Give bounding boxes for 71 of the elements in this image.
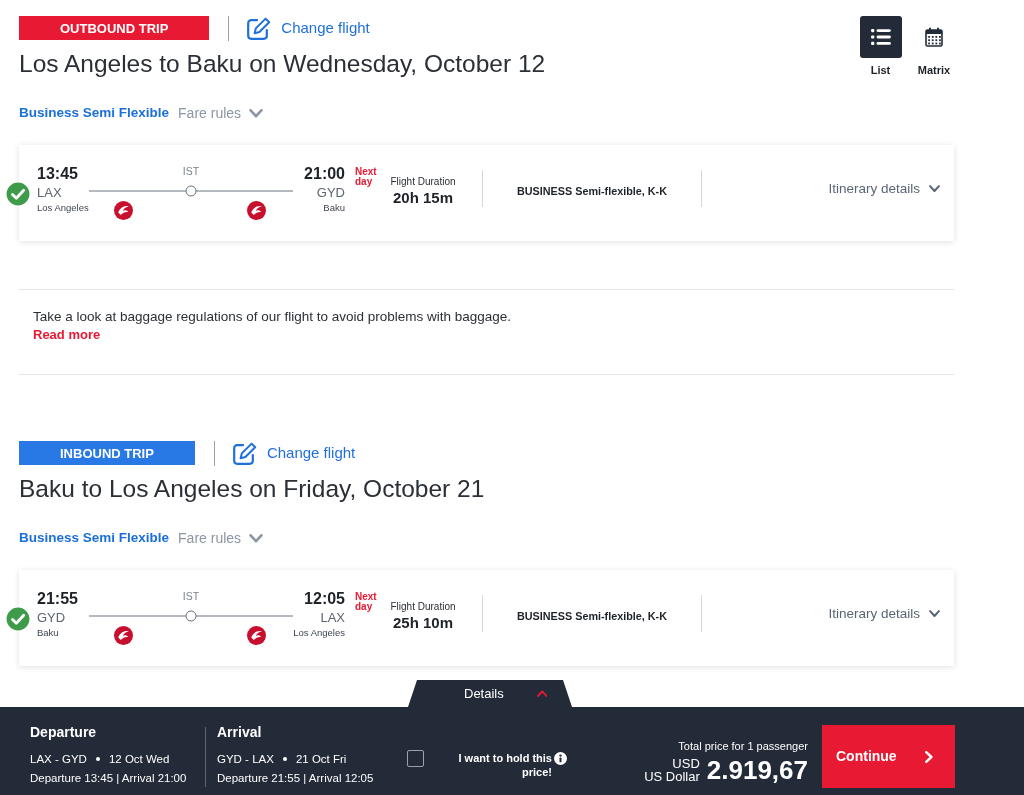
- next-day-note: Next day: [355, 167, 378, 187]
- departure-city: Baku: [37, 627, 59, 639]
- logo-icon: [114, 201, 133, 220]
- departure-airport-code: LAX: [37, 185, 62, 201]
- leg-heading: Arrival: [217, 723, 263, 741]
- stopover-code: IST: [182, 164, 200, 178]
- leg-date: 21 Oct Fri: [295, 752, 347, 767]
- leg-route: GYD - LAX: [217, 752, 274, 767]
- baggage-notice-text: Take a look at baggage regulations of our flight to avoid problems with baggage.: [33, 308, 512, 326]
- departure-airport-code: GYD: [37, 610, 66, 626]
- flight-duration: 20h 15m: [392, 189, 453, 207]
- chevron-down-icon: [929, 185, 940, 193]
- logo-icon: [247, 626, 266, 645]
- chevron-down-icon: [249, 108, 264, 118]
- stopover-marker-icon: [185, 185, 197, 197]
- arrival-city: Los Angeles: [293, 627, 345, 639]
- fare-class: Business Semi Flexible: [19, 103, 170, 122]
- cabin-class: BUSINESS Semi-flexible, K-K: [517, 184, 668, 198]
- leg-date: 12 Oct Wed: [108, 752, 170, 767]
- duration-label: Flight Duration: [390, 600, 456, 614]
- total-price-label: Total price for 1 passenger: [678, 739, 808, 753]
- next-day-note: Next day: [355, 592, 378, 612]
- logo-icon: [247, 201, 266, 220]
- arrival-time: 12:05: [304, 590, 345, 608]
- fare-rules-button[interactable]: Fare rules: [178, 527, 264, 549]
- view-toggle-button[interactable]: List: [854, 16, 907, 77]
- arrival-city: Baku: [323, 202, 345, 214]
- total-price: 2.919,67: [706, 755, 808, 785]
- trip-title: Los Angeles to Baku on Wednesday, October 12: [19, 49, 546, 79]
- hold-checkbox[interactable]: [407, 750, 424, 767]
- continue-button[interactable]: Continue: [822, 725, 955, 788]
- itinerary-details-button[interactable]: Itinerary details: [828, 180, 940, 198]
- details-tab[interactable]: Details: [408, 680, 572, 707]
- change-flight-link[interactable]: Change flight: [231, 441, 356, 465]
- hold-price-label: I want to hold this price!: [457, 751, 552, 779]
- info-icon: [554, 752, 567, 765]
- chevron-down-icon: [249, 533, 264, 543]
- fare-rules-button[interactable]: Fare rules: [178, 102, 264, 124]
- currency-code: USD: [672, 757, 700, 770]
- leg-times: Departure 21:55 | Arrival 12:05: [217, 771, 375, 786]
- departure-time: 13:45: [37, 165, 78, 183]
- list-icon: [859, 16, 902, 58]
- stopover-marker-icon: [185, 610, 197, 622]
- arrival-airport-code: LAX: [320, 610, 345, 626]
- currency-name: US Dollar: [644, 770, 700, 783]
- leg-route: LAX - GYD: [30, 752, 87, 767]
- change-flight-link[interactable]: Change flight: [246, 16, 370, 40]
- edit-icon: [246, 16, 272, 40]
- stopover-code: IST: [182, 589, 200, 603]
- flight-duration: 25h 10m: [392, 614, 453, 632]
- read-more-link[interactable]: Read more: [33, 326, 101, 344]
- logo-icon: [114, 626, 133, 645]
- fare-class: Business Semi Flexible: [19, 528, 170, 547]
- departure-city: Los Angeles: [37, 202, 89, 214]
- calendar-icon: [925, 27, 943, 47]
- trip-tag: INBOUND TRIP: [19, 441, 195, 465]
- trip-title: Baku to Los Angeles on Friday, October 21: [19, 474, 485, 504]
- leg-heading: Departure: [30, 723, 98, 741]
- duration-label: Flight Duration: [390, 175, 456, 189]
- chevron-up-icon: [536, 690, 548, 697]
- chevron-down-icon: [929, 610, 940, 618]
- arrival-airport-code: GYD: [316, 185, 345, 201]
- view-toggle-button[interactable]: Matrix: [908, 16, 960, 77]
- leg-times: Departure 13:45 | Arrival 21:00: [30, 771, 188, 786]
- edit-icon: [231, 441, 257, 465]
- trip-tag: OUTBOUND TRIP: [19, 16, 210, 40]
- cabin-class: BUSINESS Semi-flexible, K-K: [517, 609, 668, 623]
- itinerary-details-button[interactable]: Itinerary details: [828, 605, 940, 623]
- departure-time: 21:55: [37, 590, 78, 608]
- chevron-right-icon: [925, 750, 933, 763]
- arrival-time: 21:00: [304, 165, 345, 183]
